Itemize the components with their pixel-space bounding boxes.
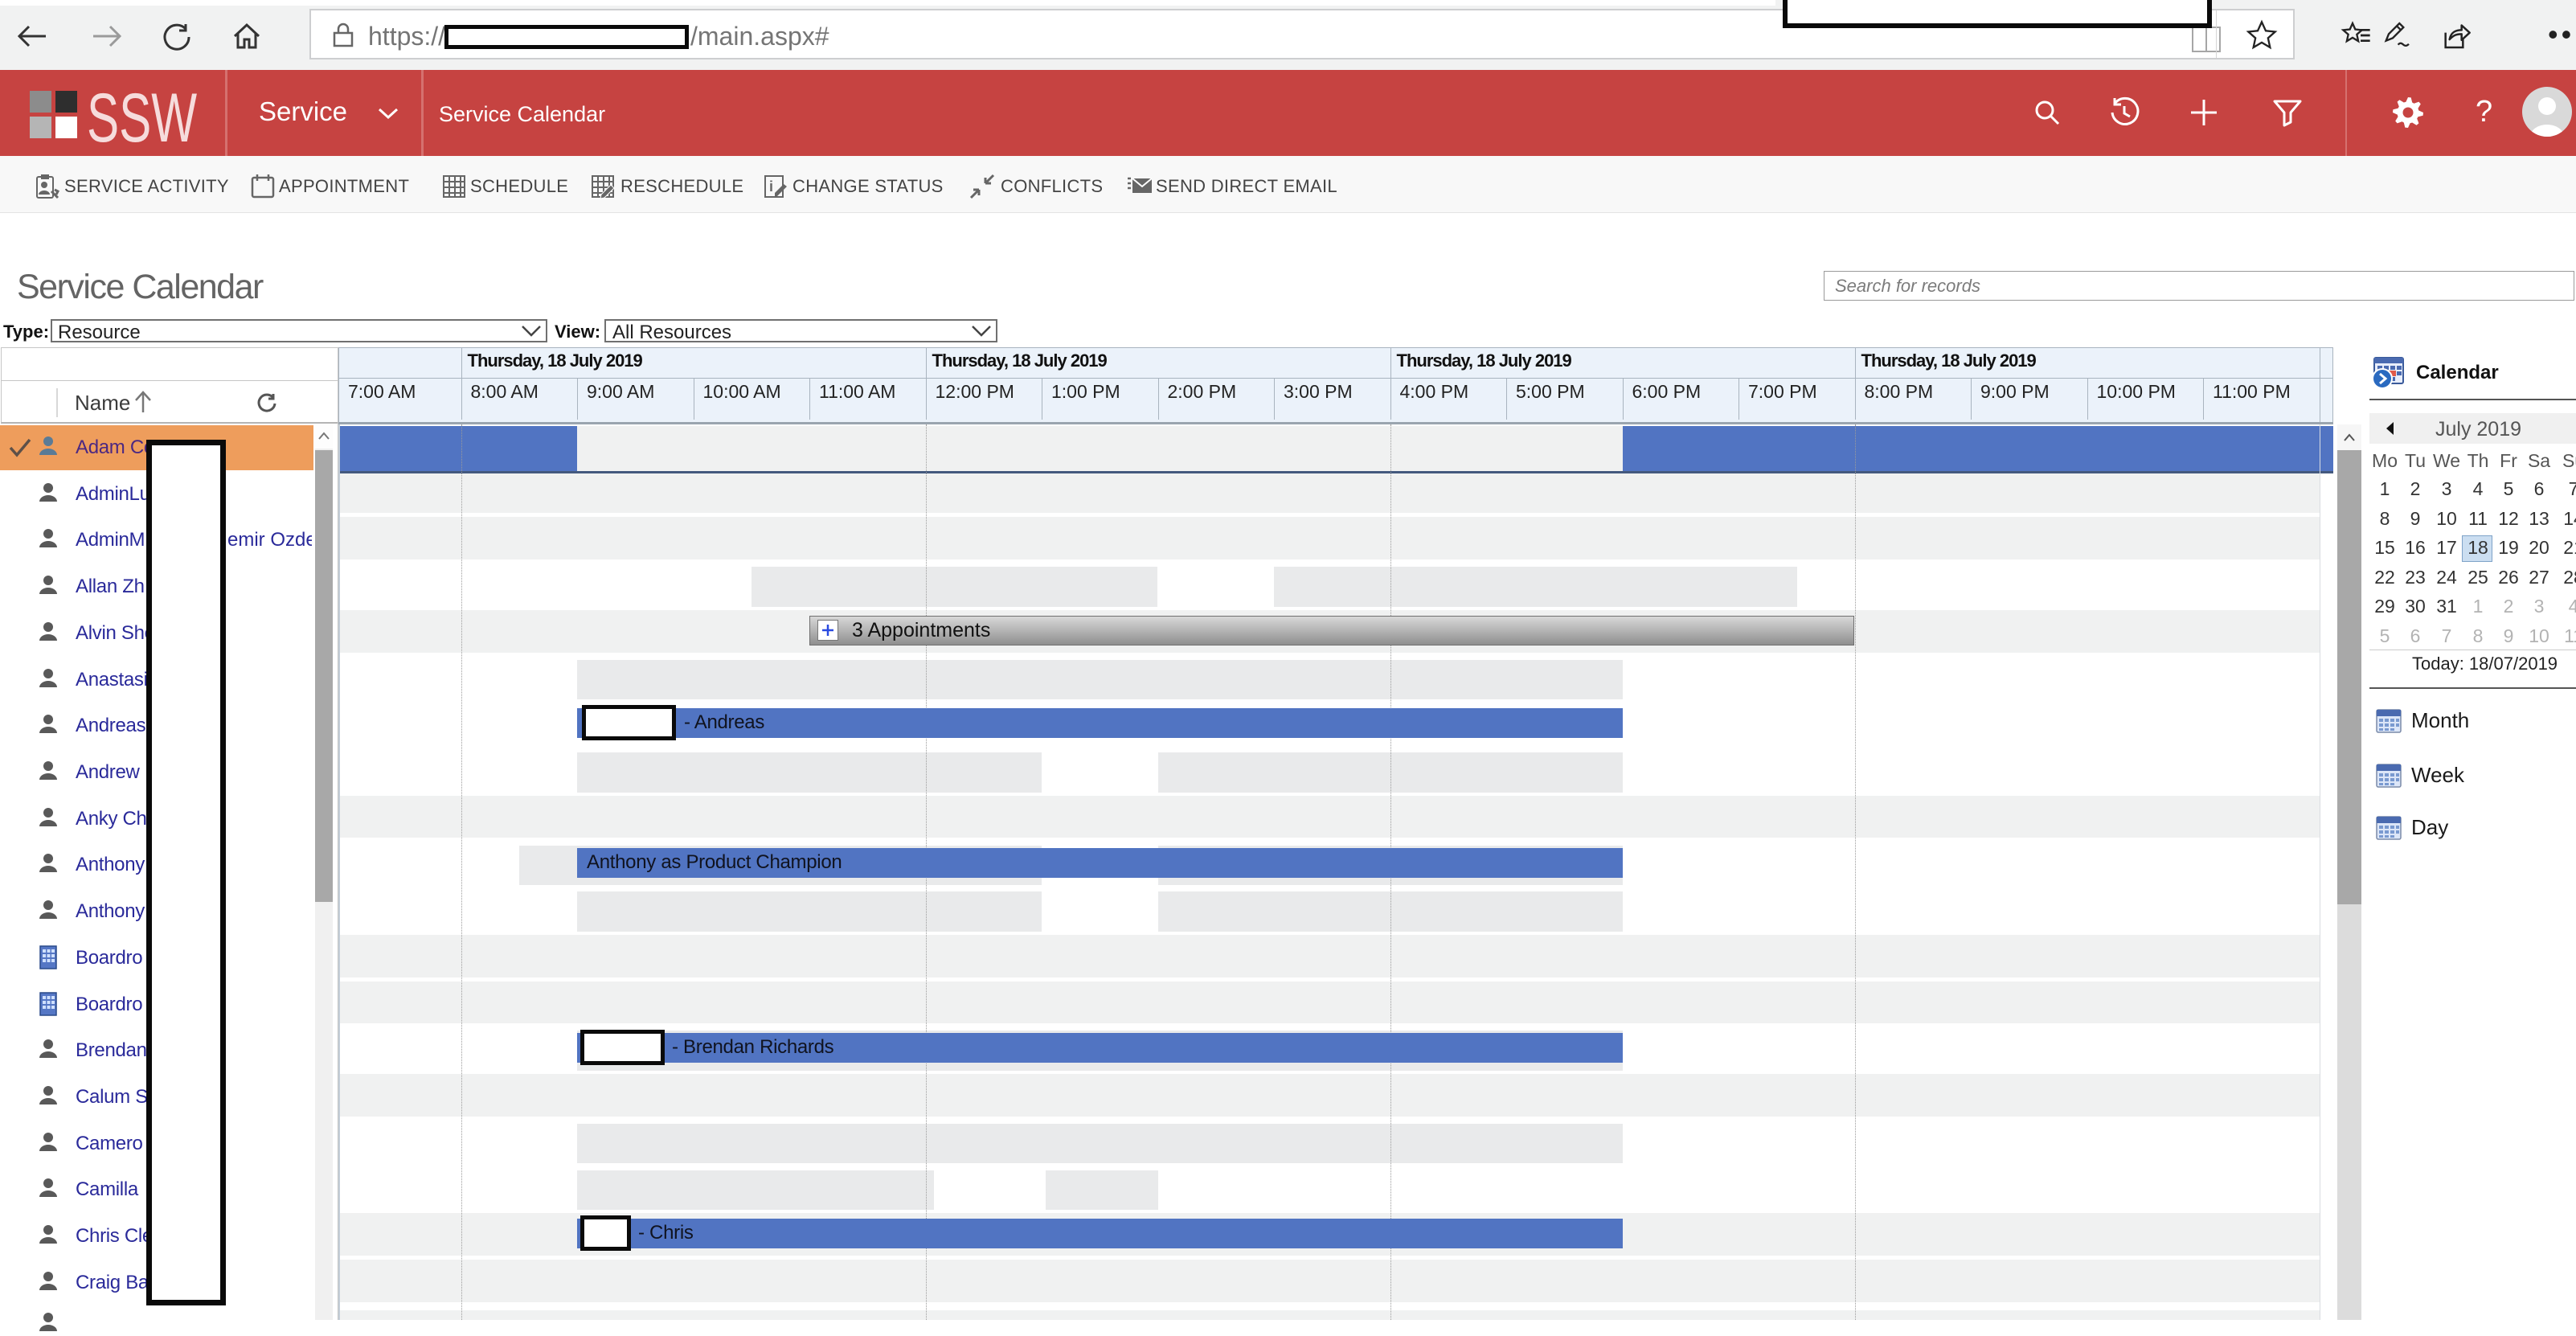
svg-text:i: i bbox=[769, 178, 773, 195]
